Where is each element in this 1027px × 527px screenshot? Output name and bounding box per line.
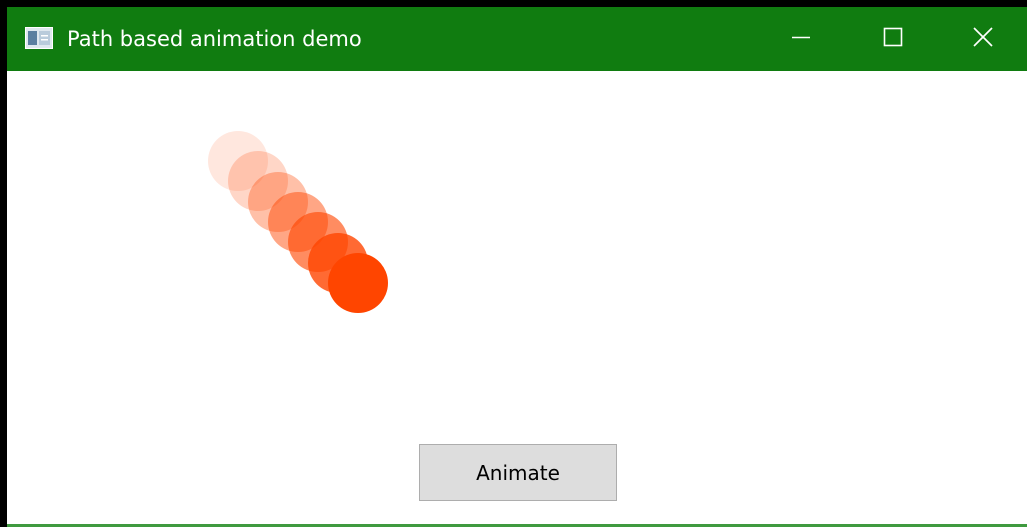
title-bar[interactable]: Path based animation demo bbox=[7, 7, 1027, 71]
window-title: Path based animation demo bbox=[67, 27, 362, 51]
animated-ball bbox=[328, 252, 388, 313]
close-button[interactable] bbox=[937, 7, 1027, 71]
minimize-icon bbox=[791, 27, 811, 51]
app-icon bbox=[25, 27, 53, 49]
close-icon bbox=[973, 27, 993, 51]
app-window: Path based animation demo Animate bbox=[0, 0, 1027, 527]
minimize-button[interactable] bbox=[755, 7, 847, 71]
maximize-button[interactable] bbox=[847, 7, 939, 71]
client-area: Animate bbox=[7, 71, 1027, 527]
maximize-icon bbox=[883, 27, 903, 51]
animate-button[interactable]: Animate bbox=[419, 444, 617, 501]
